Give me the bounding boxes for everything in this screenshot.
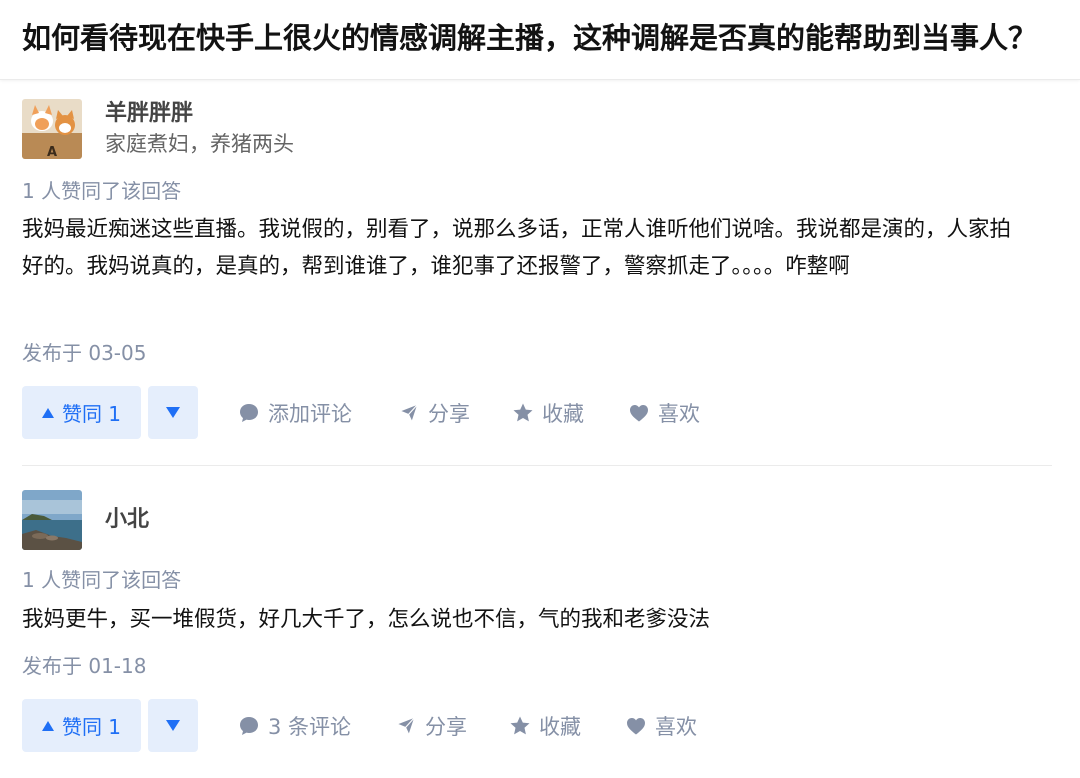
star-icon (513, 403, 533, 421)
upvote-triangle-icon (41, 407, 54, 418)
author-name[interactable]: 羊胖胖胖 (105, 99, 193, 129)
comment-label: 3 条评论 (268, 714, 352, 739)
collect-button[interactable]: 收藏 (509, 699, 581, 752)
downvote-button[interactable] (148, 386, 198, 439)
upvote-label: 赞同 1 (61, 715, 122, 739)
author-info: 小北 (22, 490, 622, 550)
like-label: 喜欢 (658, 401, 700, 426)
like-button[interactable]: 喜欢 (628, 386, 700, 439)
share-label: 分享 (425, 714, 467, 739)
answer-content: 我妈最近痴迷这些直播。我说假的，别看了，说那么多话，正常人谁听他们说啥。我说都是… (22, 217, 1012, 279)
heart-icon (630, 404, 648, 421)
author-info: A 羊胖胖胖 家庭煮妇，养猪两头 (22, 99, 622, 159)
share-label: 分享 (428, 401, 470, 426)
vote-count-text: 1 人赞同了该回答 (22, 568, 182, 592)
paper-plane-icon (396, 715, 416, 736)
like-button[interactable]: 喜欢 (625, 699, 697, 752)
question-title[interactable]: 如何看待现在快手上很火的情感调解主播，这种调解是否真的能帮助到当事人？ (22, 16, 1067, 60)
answer-content: 我妈更牛，买一堆假货，好几大千了，怎么说也不信，气的我和老爹没法 (22, 607, 711, 632)
upvote-triangle-icon (41, 720, 54, 731)
vote-count-text: 1 人赞同了该回答 (22, 179, 182, 203)
author-name[interactable]: 小北 (105, 505, 149, 535)
heart-icon (627, 717, 645, 734)
avatar[interactable] (22, 490, 82, 550)
paper-plane-icon (399, 402, 419, 423)
answer-card: A 羊胖胖胖 家庭煮妇，养猪两头 1 人赞同了该回答 我妈最近痴迷这些直播。我说… (22, 99, 1052, 454)
publish-date[interactable]: 发布于 03-05 (22, 339, 146, 367)
comment-bubble-icon (240, 403, 258, 422)
comment-bubble-icon (240, 716, 258, 735)
question-header: 如何看待现在快手上很火的情感调解主播，这种调解是否真的能帮助到当事人？ (0, 0, 1080, 80)
share-button[interactable]: 分享 (398, 386, 470, 439)
avatar-letter: A (47, 145, 57, 159)
avatar[interactable]: A (22, 99, 82, 159)
share-button[interactable]: 分享 (395, 699, 467, 752)
downvote-triangle-icon (166, 407, 180, 418)
like-label: 喜欢 (655, 714, 697, 739)
answer-card: 小北 1 人赞同了该回答 我妈更牛，买一堆假货，好几大千了，怎么说也不信，气的我… (22, 490, 1052, 765)
author-bio: 家庭煮妇，养猪两头 (105, 132, 294, 156)
comment-button[interactable]: 3 条评论 (238, 699, 351, 752)
downvote-triangle-icon (166, 720, 180, 731)
action-bar: 赞同 1 3 条评论 分享 收藏 喜欢 (22, 699, 1052, 753)
action-bar: 赞同 1 添加评论 分享 收藏 喜欢 (22, 386, 1052, 440)
upvote-button[interactable]: 赞同 1 (22, 699, 141, 752)
star-icon (510, 716, 530, 734)
publish-date[interactable]: 发布于 01-18 (22, 652, 146, 680)
upvote-button[interactable]: 赞同 1 (22, 386, 141, 439)
collect-label: 收藏 (539, 714, 581, 739)
upvote-label: 赞同 1 (61, 402, 122, 426)
comment-label: 添加评论 (268, 401, 352, 426)
collect-label: 收藏 (542, 401, 584, 426)
collect-button[interactable]: 收藏 (512, 386, 584, 439)
answer-divider (22, 465, 1052, 466)
comment-button[interactable]: 添加评论 (238, 386, 352, 439)
downvote-button[interactable] (148, 699, 198, 752)
